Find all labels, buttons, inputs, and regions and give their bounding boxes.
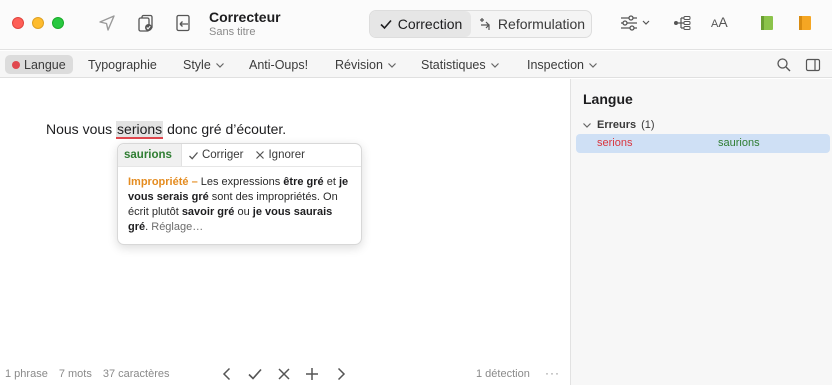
accept-icon[interactable]: [247, 366, 263, 382]
filter-settings-button[interactable]: [619, 12, 653, 34]
close-window-button[interactable]: [12, 17, 24, 29]
correction-mode-button[interactable]: Correction: [370, 11, 471, 37]
detection-count: 1 détection: [476, 368, 530, 380]
settings-link[interactable]: Réglage…: [151, 221, 203, 233]
group-label: Erreurs: [597, 119, 637, 131]
popover-header: saurions Corriger Ignorer: [118, 144, 361, 167]
text-size-big-label: A: [718, 14, 728, 30]
correct-label: Corriger: [201, 149, 244, 161]
text-size-button[interactable]: AA: [711, 14, 728, 30]
tab-label: Révision: [335, 57, 383, 72]
chevron-down-icon: [589, 62, 597, 68]
next-error-icon[interactable]: [333, 366, 349, 382]
group-count: (1): [641, 119, 655, 131]
tab-revision[interactable]: Révision: [335, 55, 397, 74]
reformulation-mode-label: Reformulation: [497, 16, 586, 32]
explanation-text: Les expressions: [197, 176, 284, 188]
correct-button[interactable]: Corriger: [182, 144, 250, 166]
undo-document-icon[interactable]: [172, 12, 194, 34]
close-icon: [256, 151, 265, 159]
ignore-button[interactable]: Ignorer: [249, 144, 310, 166]
tab-label: Typographie: [88, 57, 157, 72]
tab-typographie[interactable]: Typographie: [88, 55, 157, 74]
error-dot-icon: [12, 60, 20, 69]
reformulation-mode-button[interactable]: Reformulation: [471, 11, 591, 37]
previous-error-icon[interactable]: [219, 366, 235, 382]
chevron-down-icon: [388, 62, 396, 68]
sliders-icon: [621, 15, 650, 31]
panel-title: Langue: [583, 91, 633, 107]
text-before: Nous vous: [46, 121, 117, 137]
tab-label: Style: [183, 57, 211, 72]
chevron-down-icon: [583, 123, 591, 128]
check-icon: [188, 151, 198, 160]
suggestion-popover: saurions Corriger Ignorer Impropriété – …: [117, 143, 362, 245]
more-options-button[interactable]: ···: [545, 366, 560, 380]
tab-label: Langue: [24, 57, 66, 72]
error-kind: Impropriété –: [128, 176, 198, 188]
detected-word: serions: [597, 137, 633, 149]
editor-sentence: Nous vous serions donc gré d’écouter.: [46, 121, 287, 139]
tab-label: Statistiques: [421, 57, 486, 72]
word-count: 7 mots: [58, 368, 92, 380]
title-bar: Correcteur Sans titre Correction Reformu…: [0, 0, 832, 50]
green-book-icon[interactable]: [756, 12, 778, 34]
reject-icon[interactable]: [276, 366, 292, 382]
tab-langue[interactable]: Langue: [5, 55, 73, 74]
tab-inspection[interactable]: Inspection: [527, 55, 598, 74]
check-document-icon[interactable]: [135, 12, 157, 34]
reformulation-icon: [479, 18, 490, 30]
explanation-text: et: [323, 176, 339, 188]
tab-style[interactable]: Style: [183, 55, 225, 74]
explanation-text: ou: [234, 206, 253, 218]
ignore-label: Ignorer: [268, 149, 305, 161]
tab-label: Inspection: [527, 57, 584, 72]
explanation-term: savoir gré: [181, 206, 235, 218]
popover-explanation: Impropriété – Les expressions être gré e…: [118, 167, 361, 235]
check-icon: [380, 19, 392, 30]
tab-anti-oups[interactable]: Anti-Oups!: [249, 55, 308, 74]
suggestion-button[interactable]: saurions: [118, 144, 182, 166]
chevron-down-icon: [490, 62, 499, 68]
suggested-word: saurions: [718, 137, 760, 149]
document-stats: 1 phrase 7 mots 37 caractères: [5, 368, 169, 380]
send-icon[interactable]: [96, 12, 118, 34]
minimize-window-button[interactable]: [32, 17, 44, 29]
flagged-word[interactable]: serions: [116, 121, 164, 139]
hierarchy-icon[interactable]: [671, 12, 693, 34]
mode-switcher: Correction Reformulation: [369, 10, 592, 38]
results-panel: Langue Erreurs (1) serions saurions: [571, 79, 832, 385]
explanation-term: être gré: [283, 176, 324, 188]
error-list-item[interactable]: serions saurions: [576, 134, 830, 153]
phrase-count: 1 phrase: [5, 368, 48, 380]
text-after: donc gré d’écouter.: [163, 121, 287, 137]
errors-group-header[interactable]: Erreurs (1): [582, 119, 655, 131]
category-tab-bar: Langue Typographie Style Anti-Oups! Révi…: [0, 51, 832, 78]
orange-book-icon[interactable]: [794, 12, 816, 34]
char-count: 37 caractères: [102, 368, 170, 380]
add-icon[interactable]: [304, 366, 320, 382]
correction-mode-label: Correction: [397, 16, 463, 32]
search-icon[interactable]: [776, 57, 792, 73]
sidebar-toggle-icon[interactable]: [805, 57, 821, 73]
tab-label: Anti-Oups!: [249, 57, 309, 72]
zoom-window-button[interactable]: [52, 17, 64, 29]
chevron-down-icon: [215, 62, 224, 68]
document-subtitle: Sans titre: [209, 26, 256, 38]
app-title: Correcteur: [209, 9, 281, 25]
tab-statistiques[interactable]: Statistiques: [421, 55, 500, 74]
